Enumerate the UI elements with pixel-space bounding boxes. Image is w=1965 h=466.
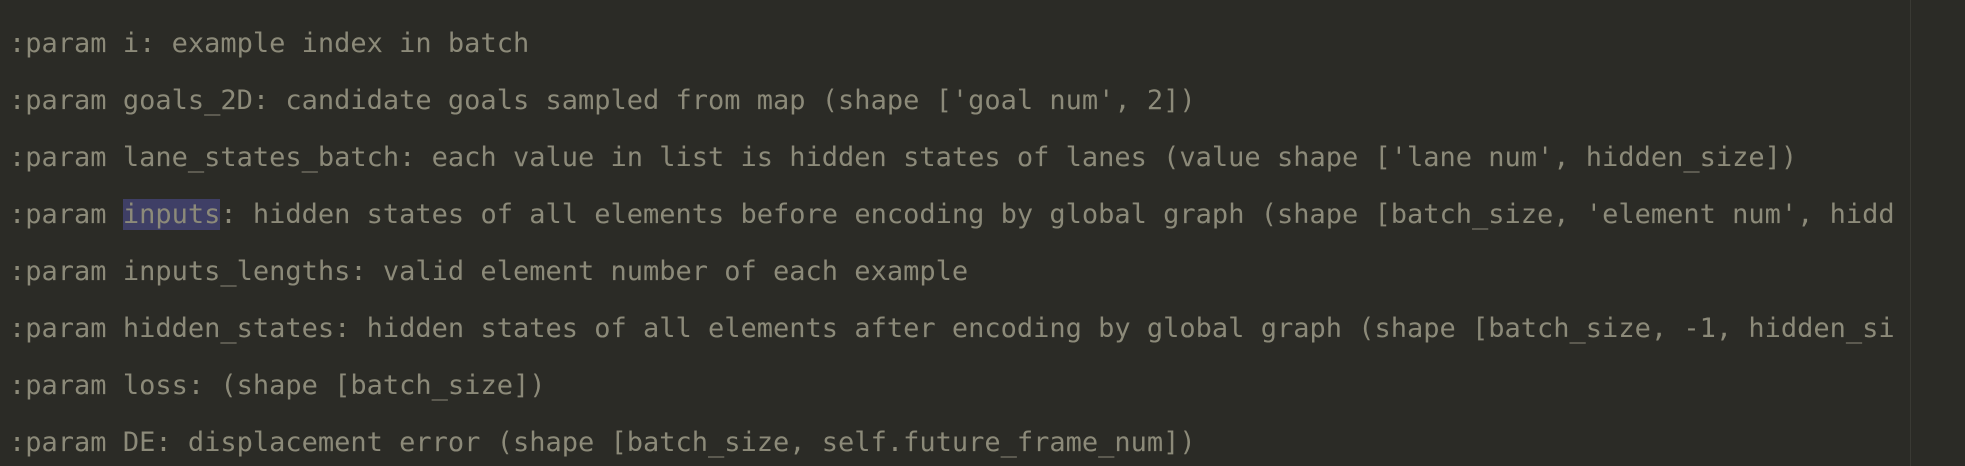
highlighted-param-name[interactable]: inputs	[122, 199, 221, 230]
code-editor[interactable]: :param i: example index in batch :param …	[0, 0, 1965, 466]
code-line[interactable]: :param inputs_lengths: valid element num…	[9, 250, 968, 294]
code-line[interactable]: :param DE: displacement error (shape [ba…	[9, 421, 1196, 465]
param-name: lane_states_batch	[122, 142, 400, 173]
param-tag: :param	[9, 427, 107, 458]
param-tag: :param	[9, 313, 107, 344]
param-description: : example index in batch	[139, 28, 530, 59]
param-tag: :param	[9, 199, 107, 230]
param-tag: :param	[9, 142, 107, 173]
param-tag: :param	[9, 370, 107, 401]
code-line[interactable]: :param goals_2D: candidate goals sampled…	[9, 79, 1196, 123]
param-name: DE	[122, 427, 156, 458]
param-description: : hidden states of all elements after en…	[334, 313, 1895, 344]
param-tag: :param	[9, 28, 107, 59]
param-description: : hidden states of all elements before e…	[220, 199, 1895, 230]
code-line[interactable]: :param inputs: hidden states of all elem…	[9, 193, 1895, 237]
param-description: : displacement error (shape [batch_size,…	[155, 427, 1196, 458]
param-description: : candidate goals sampled from map (shap…	[252, 85, 1196, 116]
param-name: goals_2D	[122, 85, 253, 116]
right-margin-guide	[1910, 0, 1911, 466]
param-description: : each value in list is hidden states of…	[399, 142, 1798, 173]
code-line[interactable]: :param loss: (shape [batch_size])	[9, 364, 545, 408]
param-description: : (shape [batch_size])	[187, 370, 546, 401]
param-tag: :param	[9, 85, 107, 116]
code-line[interactable]: :param lane_states_batch: each value in …	[9, 136, 1797, 180]
code-line[interactable]: :param hidden_states: hidden states of a…	[9, 307, 1895, 351]
param-description: : valid element number of each example	[350, 256, 969, 287]
param-tag: :param	[9, 256, 107, 287]
param-name: loss	[122, 370, 188, 401]
code-line[interactable]: :param i: example index in batch	[9, 22, 529, 66]
param-name: hidden_states	[122, 313, 335, 344]
param-name: i	[122, 28, 140, 59]
param-name: inputs_lengths	[122, 256, 351, 287]
